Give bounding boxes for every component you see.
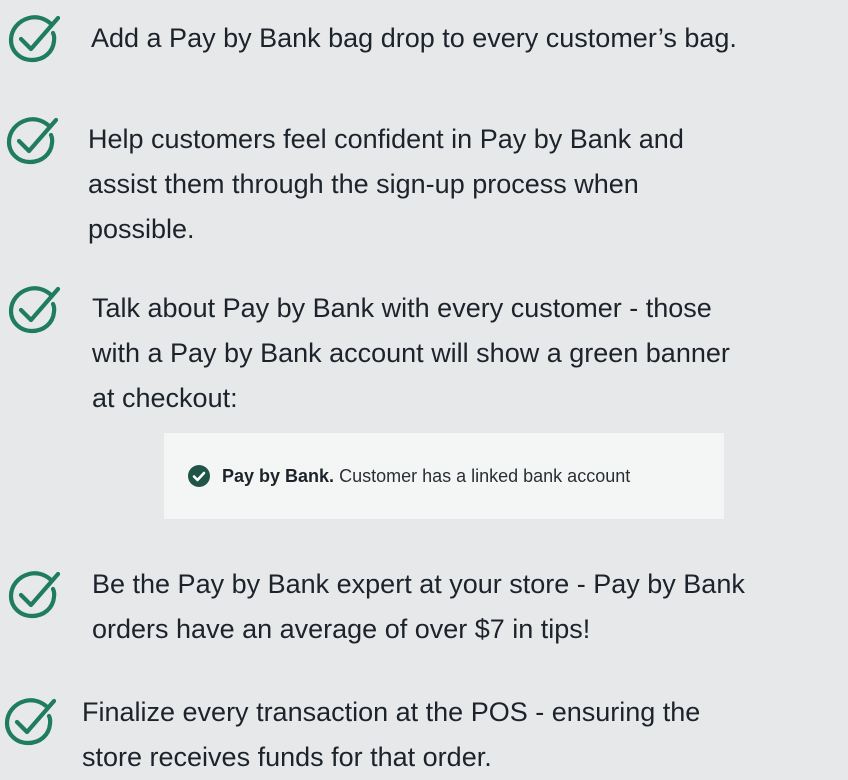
checklist-item-text: Be the Pay by Bank expert at your store … [92,562,745,652]
checklist-item-text: Talk about Pay by Bank with every custom… [92,286,730,421]
check-circle-icon [2,697,60,747]
text-line: Help customers feel confident in Pay by … [88,124,684,154]
text-line: Finalize every transaction at the POS - … [82,697,701,727]
text-line: assist them through the sign-up process … [88,169,639,199]
banner-message: Pay by Bank. Customer has a linked bank … [222,463,630,489]
banner-text: Customer has a linked bank account [334,466,631,486]
check-circle-icon [6,285,64,335]
text-line: store receives funds for that order. [82,742,492,772]
check-circle-filled-icon [187,464,211,488]
checklist-item-text: Add a Pay by Bank bag drop to every cust… [91,16,737,61]
text-line: Talk about Pay by Bank with every custom… [92,293,712,323]
checklist-item-text: Help customers feel confident in Pay by … [88,117,684,252]
check-circle-icon [6,570,64,620]
banner-title: Pay by Bank. [222,466,335,486]
text-line: orders have an average of over $7 in tip… [92,614,591,644]
checklist-item-text: Finalize every transaction at the POS - … [82,690,700,780]
text-line: with a Pay by Bank account will show a g… [92,338,730,368]
text-line: Add a Pay by Bank bag drop to every cust… [91,23,737,53]
text-line: at checkout: [92,383,238,413]
check-circle-icon [4,116,62,166]
linked-bank-banner: Pay by Bank. Customer has a linked bank … [164,433,724,519]
check-circle-icon [6,14,64,64]
text-line: possible. [88,214,195,244]
text-line: Be the Pay by Bank expert at your store … [92,569,745,599]
